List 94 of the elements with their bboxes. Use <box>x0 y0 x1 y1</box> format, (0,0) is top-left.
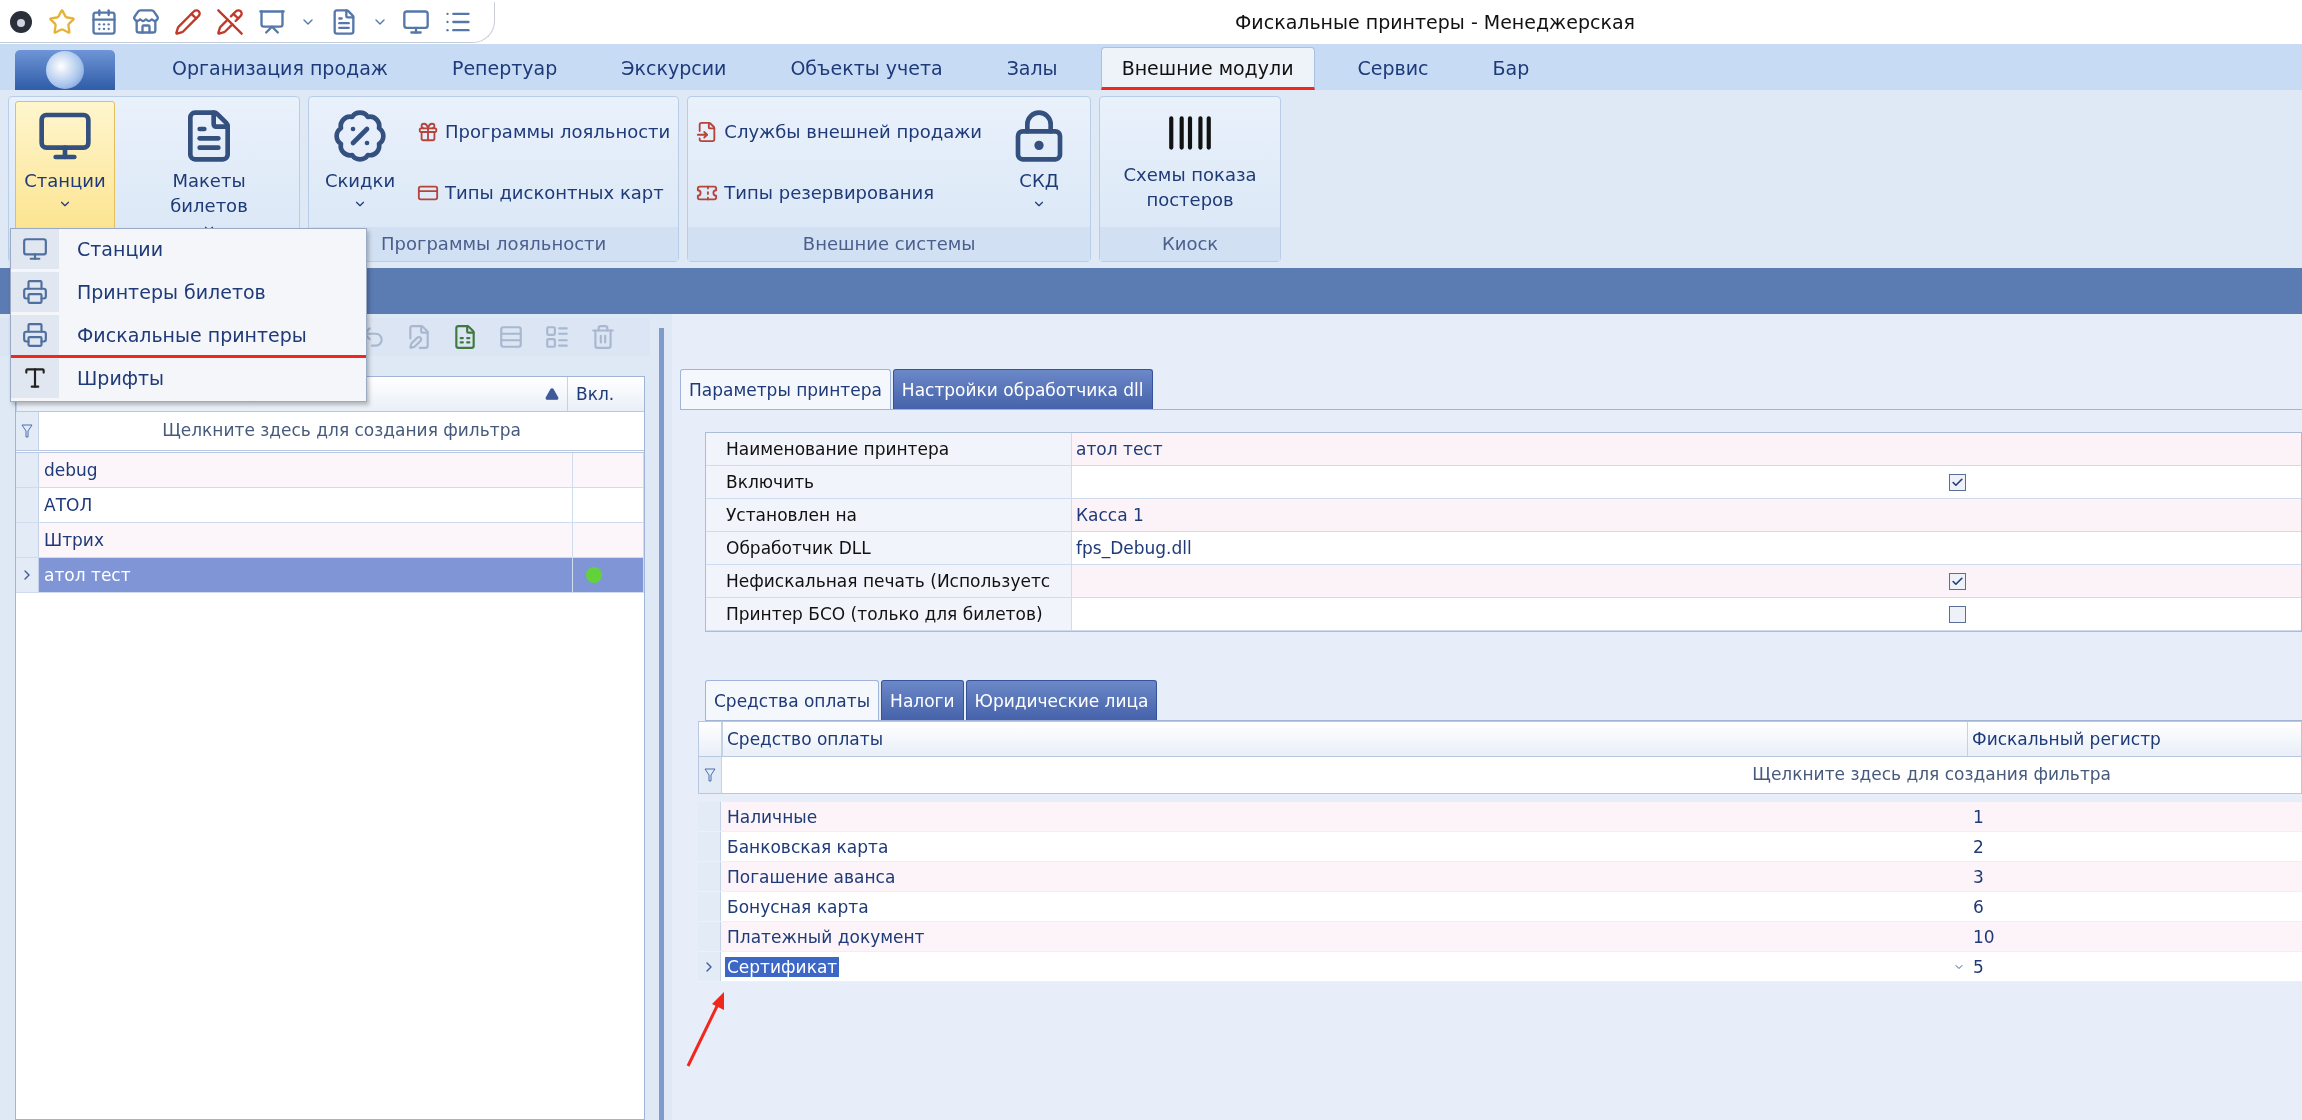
property-label: Установлен на <box>706 499 1072 531</box>
row-header[interactable] <box>16 523 39 557</box>
tab[interactable]: Средства оплаты <box>705 680 880 720</box>
edit-icon[interactable] <box>406 324 432 350</box>
letter-icon <box>22 365 48 391</box>
rows-icon[interactable] <box>498 324 524 350</box>
row-header[interactable] <box>16 453 39 487</box>
table-cell: Сертификат <box>721 952 1969 981</box>
star-icon[interactable] <box>48 7 76 36</box>
row-header[interactable] <box>698 922 721 951</box>
property-value[interactable]: Касса 1 <box>1072 499 2301 531</box>
store-icon[interactable] <box>132 7 160 36</box>
ribbon-button[interactable]: СКД <box>994 101 1085 223</box>
ribbon-button[interactable]: Программы лояльности <box>415 118 673 145</box>
tab[interactable]: Настройки обработчика dll <box>892 369 1153 409</box>
table-row[interactable]: АТОЛ <box>16 488 644 523</box>
row-header[interactable] <box>698 862 721 891</box>
table-row[interactable]: Штрих <box>16 523 644 558</box>
ribbon-button[interactable]: Типы дисконтных карт <box>415 179 673 206</box>
ribbon-tab[interactable]: Залы <box>985 47 1079 90</box>
trash-icon[interactable] <box>590 324 616 350</box>
ribbon-tab[interactable]: Экскурсии <box>600 47 748 90</box>
table-cell-text: Погашение аванса <box>726 865 897 889</box>
ribbon-tab[interactable]: Объекты учета <box>769 47 964 90</box>
ribbon-tab[interactable]: Сервис <box>1336 47 1450 90</box>
checkmark-icon <box>1951 475 1964 489</box>
ribbon-tab[interactable]: Репертуар <box>430 47 579 90</box>
ribbon-tab[interactable]: Внешние модули <box>1100 47 1315 90</box>
menu-item[interactable]: Фискальные принтеры <box>11 315 366 358</box>
checkbox[interactable] <box>1949 605 1966 623</box>
group-label: Киоск <box>1100 227 1281 261</box>
checkbox[interactable] <box>1949 473 1966 491</box>
table-cell: АТОЛ <box>39 488 573 522</box>
column-header[interactable]: Вкл. <box>567 377 644 411</box>
row-header[interactable] <box>698 952 721 981</box>
ribbon-button[interactable]: Типы резервирования <box>694 179 985 206</box>
table-cell-text: Банковская карта <box>726 835 890 859</box>
window-title: Фискальные принтеры - Менеджерская <box>1235 11 1635 33</box>
row-header[interactable] <box>16 488 39 522</box>
menu-item[interactable]: Принтеры билетов <box>11 272 366 315</box>
property-label: Принтер БСО (только для билетов) <box>706 598 1072 630</box>
checkmark-icon <box>1951 574 1964 588</box>
property-label: Нефискальная печать (Используетс <box>706 565 1072 597</box>
printer-icon <box>22 279 48 305</box>
ribbon-button[interactable]: Службы внешней продажи <box>694 118 985 145</box>
filter-icon <box>704 768 716 782</box>
checkbox[interactable] <box>1949 572 1966 590</box>
pencil-icon[interactable] <box>174 7 202 36</box>
pencil-off-icon[interactable] <box>216 7 244 36</box>
table-cell: Штрих <box>39 523 573 557</box>
table-cell: атол тест <box>39 558 573 592</box>
row-header[interactable] <box>698 832 721 861</box>
row-header[interactable] <box>698 802 721 831</box>
app-logo-icon <box>8 8 34 35</box>
property-label: Наименование принтера <box>706 433 1072 465</box>
table-cell-text: Бонусная карта <box>726 895 870 919</box>
property-label: Обработчик DLL <box>706 532 1072 564</box>
property-value[interactable]: атол тест <box>1072 433 2301 465</box>
property-value[interactable]: fps_Debug.dll <box>1072 532 2301 564</box>
monitor-icon <box>22 236 48 262</box>
spreadsheet-icon[interactable] <box>452 324 478 350</box>
table-cell: debug <box>39 453 573 487</box>
table-cell-text: 10 <box>1972 925 1996 949</box>
menu-item[interactable]: Шрифты <box>11 358 366 401</box>
filter-icon <box>21 424 33 438</box>
group-label: Внешние системы <box>688 227 1091 261</box>
table-cell-text: 1 <box>1972 805 1985 829</box>
column-header[interactable]: Фискальный регистр <box>1967 722 2301 756</box>
calendar-icon[interactable] <box>90 7 118 36</box>
row-header[interactable] <box>16 558 39 592</box>
app-menu-button[interactable] <box>15 50 115 90</box>
filter-hint[interactable]: Щелкните здесь для создания фильтра <box>39 412 644 450</box>
ribbon-tab[interactable]: Организация продаж <box>151 47 409 90</box>
monitor-icon[interactable] <box>402 7 430 36</box>
percent-icon <box>332 108 388 164</box>
table-cell-text: 2 <box>1972 835 1985 859</box>
printer-icon <box>22 322 48 348</box>
presentation-icon[interactable] <box>258 7 286 36</box>
tab[interactable]: Параметры принтера <box>680 369 891 409</box>
table-cell-text: Платежный документ <box>726 925 926 949</box>
tab[interactable]: Юридические лица <box>965 680 1158 720</box>
tab[interactable]: Налоги <box>881 680 964 720</box>
property-label: Включить <box>706 466 1072 498</box>
ribbon-button[interactable]: Схемы показа постеров <box>1106 101 1275 223</box>
table-cell-text: 6 <box>1972 895 1985 919</box>
ribbon-tab[interactable]: Бар <box>1471 47 1551 90</box>
gift-icon <box>417 120 439 143</box>
table-cell-text: 5 <box>1972 955 1985 979</box>
ribbon-button[interactable]: Скидки <box>315 101 405 223</box>
table-cell-text: Наличные <box>726 805 819 829</box>
row-header[interactable] <box>698 892 721 921</box>
column-header[interactable]: Средство оплаты <box>722 722 1967 756</box>
table-row[interactable]: debug <box>16 453 644 488</box>
table-cell-text: 3 <box>1972 865 1985 889</box>
